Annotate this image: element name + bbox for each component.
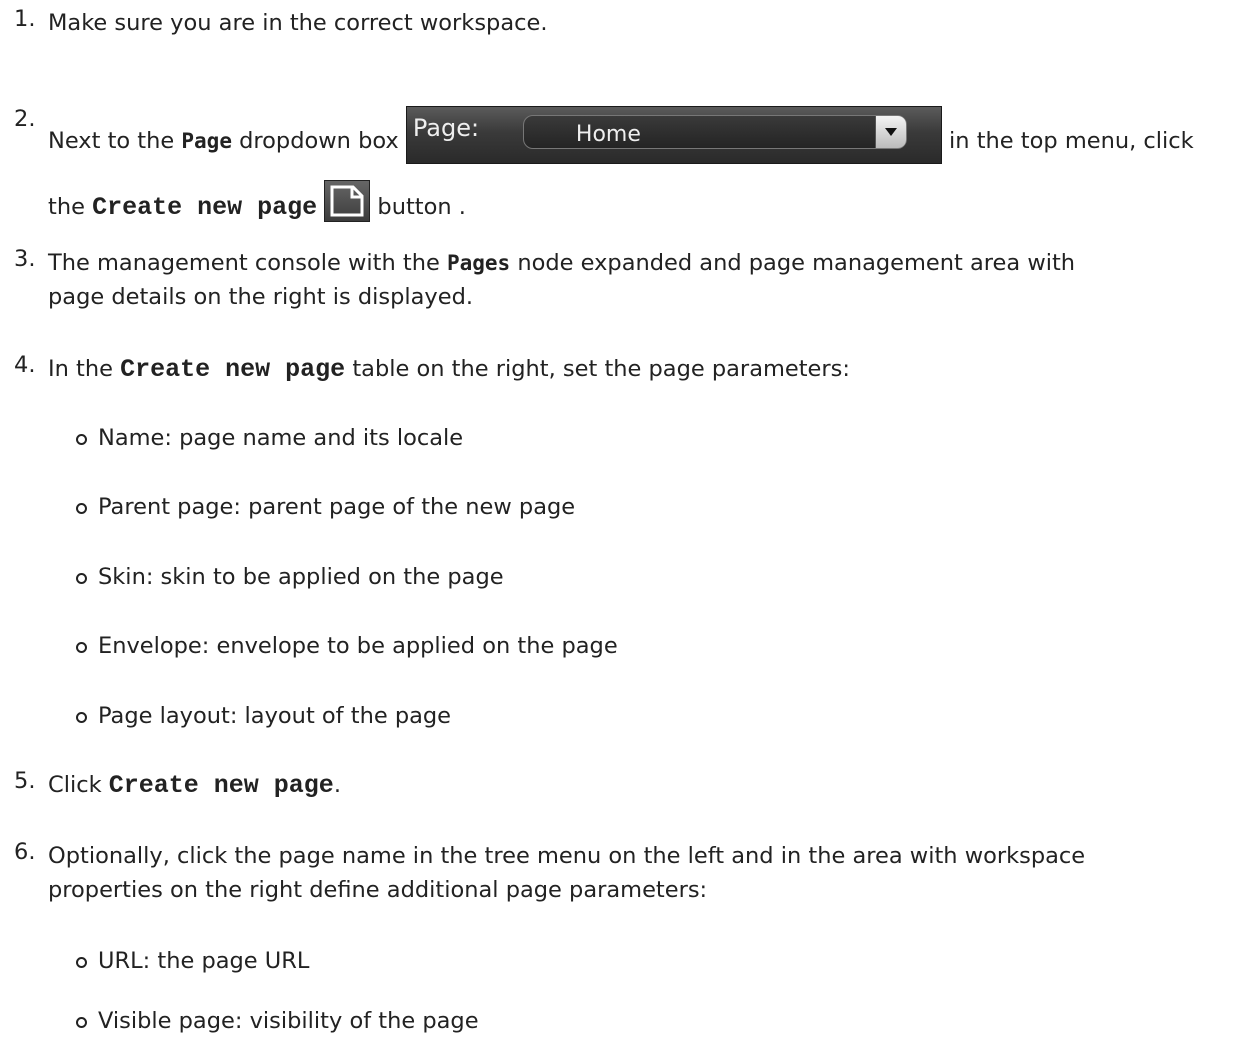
text-run: button . [370, 194, 466, 220]
list-item-text: Skin: skin to be applied on the page [98, 564, 504, 590]
text-run: table on the right, set the page paramet… [345, 356, 850, 382]
text-run: the [48, 194, 93, 220]
text-run: dropdown box [231, 128, 406, 154]
list-item-text: Envelope: envelope to be applied on the … [98, 633, 618, 659]
create-new-page-term: Create new page [120, 355, 346, 384]
step-text: The management console with the Pages no… [48, 246, 1220, 314]
text-run: Optionally, click the page name in the t… [48, 843, 1086, 869]
bullet-icon [76, 434, 87, 445]
text-run: . [333, 772, 341, 798]
new-page-icon [330, 185, 364, 217]
list-item-text: Page layout: layout of the page [98, 703, 452, 729]
list-item-text: Name: page name and its locale [98, 425, 464, 451]
create-new-page-button[interactable] [324, 180, 371, 222]
pages-term: Pages [446, 251, 511, 275]
page-label: Page: [412, 114, 480, 142]
create-new-page-term: Create new page [92, 193, 318, 222]
text-run: The management console with the [48, 250, 447, 276]
page-dropdown-widget: Page: Home [405, 106, 942, 164]
list-item-text: URL: the page URL [98, 948, 310, 974]
list-item: Skin: skin to be applied on the page [0, 560, 1236, 594]
step-text: Make sure you are in the correct workspa… [48, 6, 1220, 40]
bullet-icon [76, 503, 87, 514]
bullet-icon [76, 642, 87, 653]
text-run: In the [48, 356, 121, 382]
step-text: Next to the Page dropdown box Page: Home … [48, 106, 1220, 222]
list-item: Name: page name and its locale [0, 421, 1236, 455]
create-new-page-term: Create new page [108, 771, 334, 800]
text-run: Click [48, 772, 109, 798]
list-item-text: Parent page: parent page of the new page [98, 494, 576, 520]
bullet-icon [76, 712, 87, 723]
step-1-text: Make sure you are in the correct workspa… [48, 10, 548, 36]
text-run: page details on the right is displayed. [48, 284, 474, 310]
page-select-value: Home [575, 122, 641, 147]
text-run: Next to the [48, 128, 182, 154]
text-run: properties on the right define additiona… [48, 877, 708, 903]
bullet-icon [76, 957, 87, 968]
page-select[interactable]: Home [522, 115, 907, 149]
page-term: Page [181, 129, 232, 153]
step-text: Optionally, click the page name in the t… [48, 839, 1220, 907]
list-item: URL: the page URL [0, 944, 1236, 978]
list-item: Page layout: layout of the page [0, 699, 1236, 733]
step-text: In the Create new page table on the righ… [48, 352, 1220, 387]
text-run: in the top menu, click [941, 128, 1194, 154]
list-item-text: Visible page: visibility of the page [98, 1008, 479, 1034]
list-item: Envelope: envelope to be applied on the … [0, 629, 1236, 663]
step-text: Click Create new page. [48, 768, 1220, 803]
text-run: node expanded and page management area w… [510, 250, 1076, 276]
list-item: Visible page: visibility of the page [0, 1004, 1236, 1038]
chevron-down-icon[interactable] [874, 116, 906, 148]
bullet-icon [76, 573, 87, 584]
list-item: Parent page: parent page of the new page [0, 490, 1236, 524]
bullet-icon [76, 1017, 87, 1028]
